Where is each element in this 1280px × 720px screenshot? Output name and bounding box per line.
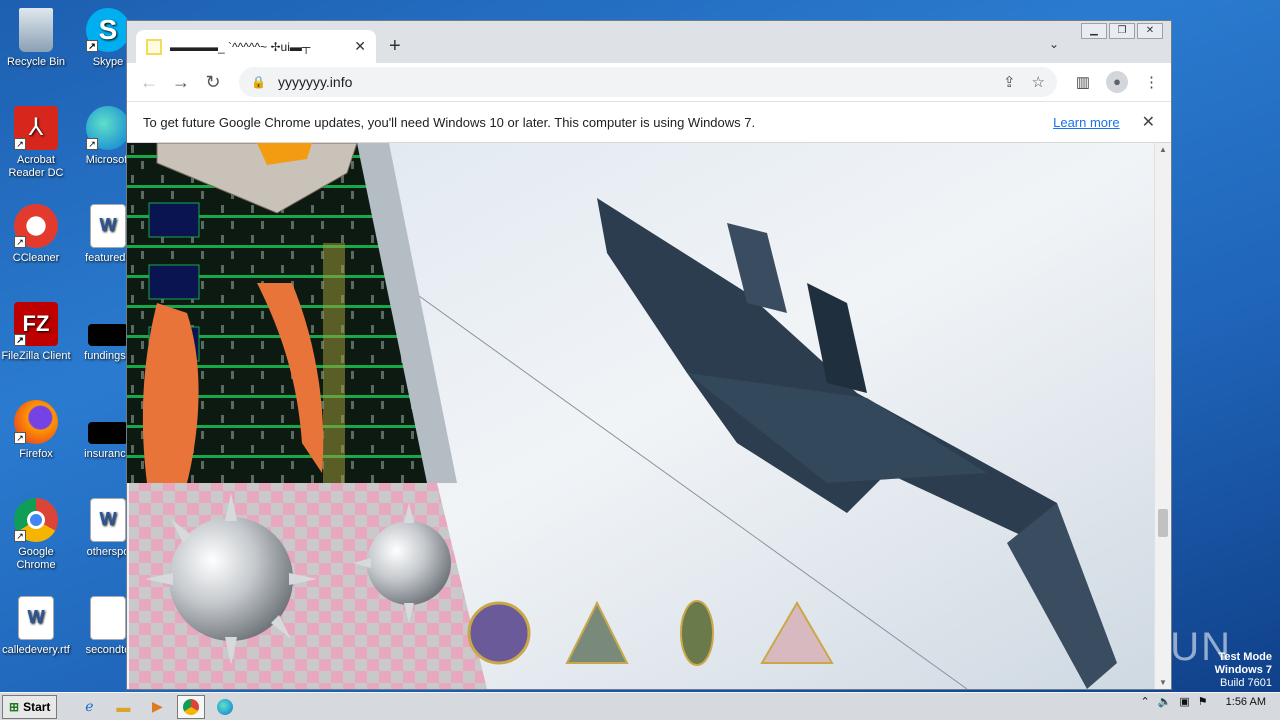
taskbar-media-player-icon[interactable]: ▶ [143,695,171,719]
desktop-icon-label: Acrobat Reader DC [8,154,64,179]
watermark-line1: Test Mode [1218,651,1272,663]
tray-expand-icon[interactable]: ⌃ [1140,695,1149,708]
desktop-icon-label: FileZilla Client [1,350,71,362]
vertical-scrollbar[interactable]: ▲ ▼ [1154,143,1171,689]
test-mode-watermark: Test Mode Windows 7 Build 7601 [1215,651,1272,690]
desktop-icon-ccleaner[interactable]: ↗ CCleaner [0,204,72,265]
firefox-icon: ↗ [14,400,58,444]
word-doc-icon: W [90,498,126,542]
toolbar: ← → ↻ 🔒 yyyyyyy.info ⇪ ☆ ▥ ● ⋮ [127,63,1171,101]
action-center-flag-icon[interactable]: ⚑ [1198,695,1208,708]
close-window-icon[interactable]: ✕ [1137,23,1163,39]
lock-icon[interactable]: 🔒 [251,75,266,89]
url-text[interactable]: yyyyyyy.info [278,74,1003,90]
desktop-icon-chrome[interactable]: ↗ Google Chrome [0,498,72,572]
desktop-icon-label: Microsoft [85,154,131,166]
scroll-thumb[interactable] [1158,509,1168,537]
desktop-icon-label: Google Chrome [16,546,56,571]
taskbar-explorer-icon[interactable]: ▬ [109,695,137,719]
glitch-capsule [680,600,714,666]
desktop-icon-label: insurance [84,448,132,460]
desktop-icon-label: otherspo [86,546,130,558]
start-label: Start [23,699,51,714]
system-tray: ⌃ 🔈 ▣ ⚑ 1:56 AM [1140,695,1272,709]
desktop-icon-calledevery[interactable]: W calledevery.rtf [0,596,72,657]
favicon-icon [146,38,162,55]
share-icon[interactable]: ⇪ [1003,73,1016,91]
taskbar-chrome-icon[interactable] [177,694,206,719]
edge-icon: ↗ [86,106,130,150]
taskbar: ⊞ Start ℯ ▬ ▶ ⌃ 🔈 ▣ ⚑ 1:56 AM [0,692,1280,720]
side-panel-icon[interactable]: ▥ [1076,73,1090,91]
volume-icon[interactable]: 🔈 [1158,695,1172,708]
back-icon[interactable]: ← [133,72,165,93]
desktop-icon-recycle-bin[interactable]: Recycle Bin [0,8,72,69]
restore-icon[interactable]: ❐ [1109,23,1135,39]
skype-icon: S ↗ [86,8,130,52]
desktop-icon-label: Skype [92,56,124,68]
menu-kebab-icon[interactable]: ⋮ [1144,73,1159,91]
bookmark-star-icon[interactable]: ☆ [1032,73,1045,91]
glitch-sphere [467,601,531,665]
desktop-icon-filezilla[interactable]: FZ ↗ FileZilla Client [0,302,72,363]
chrome-icon: ↗ [14,498,58,542]
black-file-icon [88,324,128,346]
browser-tab[interactable]: ▬▬▬▬_ `^^^^^~ ✢ui▬┬ ✕ [136,30,376,63]
network-icon[interactable]: ▣ [1179,695,1189,708]
word-doc-icon: W [90,204,126,248]
ccleaner-icon: ↗ [14,204,58,248]
desktop-icon-label: Firefox [19,448,53,460]
infobar-close-icon[interactable]: ✕ [1142,112,1155,132]
learn-more-link[interactable]: Learn more [1053,115,1119,130]
page-content[interactable] [127,143,1155,689]
watermark-line3: Build 7601 [1220,677,1272,689]
tab-title: ▬▬▬▬_ `^^^^^~ ✢ui▬┬ [170,39,311,54]
desktop-icon-label: Recycle Bin [6,56,66,68]
clock[interactable]: 1:56 AM [1226,696,1266,708]
profile-avatar-icon[interactable]: ● [1106,71,1128,93]
word-doc-icon: W [18,596,54,640]
watermark-line2: Windows 7 [1214,664,1272,676]
desktop-icon-label: fundingse [84,350,132,362]
scroll-down-icon[interactable]: ▼ [1159,678,1167,687]
start-button[interactable]: ⊞ Start [2,694,58,719]
forward-icon[interactable]: → [165,72,197,93]
word-doc-icon [90,596,126,640]
reload-icon[interactable]: ↻ [197,72,229,93]
minimize-icon[interactable]: ▁ [1081,23,1107,39]
infobar-message: To get future Google Chrome updates, you… [143,114,756,130]
windows-logo-icon: ⊞ [9,699,20,714]
scroll-up-icon[interactable]: ▲ [1159,145,1167,154]
desktop-icon-acrobat[interactable]: ⅄ ↗ Acrobat Reader DC [0,106,72,180]
filezilla-icon: FZ ↗ [14,302,58,346]
tab-strip: ▬▬▬▬_ `^^^^^~ ✢ui▬┬ ✕ + ⌄ ▁ ❐ ✕ [127,21,1171,63]
new-tab-icon[interactable]: + [389,35,401,58]
chrome-window: ▬▬▬▬_ `^^^^^~ ✢ui▬┬ ✕ + ⌄ ▁ ❐ ✕ ← → ↻ 🔒 … [126,20,1172,690]
taskbar-edge-icon[interactable] [211,695,239,719]
tab-search-chevron-icon[interactable]: ⌄ [1049,37,1059,51]
black-file-icon [88,422,128,444]
left-hand [142,303,199,483]
recycle-bin-icon [19,8,53,52]
taskbar-ie-icon[interactable]: ℯ [75,695,103,719]
update-infobar: To get future Google Chrome updates, you… [127,101,1171,143]
address-bar[interactable]: 🔒 yyyyyyy.info ⇪ ☆ [239,67,1057,97]
yellow-stripe [323,243,345,483]
tab-close-icon[interactable]: ✕ [354,38,366,55]
desktop-icon-label: calledevery.rtf [2,644,70,656]
circuit-block [148,264,200,300]
page-artwork [127,143,1155,689]
acrobat-icon: ⅄ ↗ [14,106,58,150]
desktop-icon-firefox[interactable]: ↗ Firefox [0,400,72,461]
window-controls: ▁ ❐ ✕ [1081,23,1163,39]
desktop-icon-label: secondto [85,644,131,656]
desktop-icon-label: CCleaner [12,252,60,264]
desktop-icon-label: featureds [85,252,131,264]
circuit-block [148,202,200,238]
